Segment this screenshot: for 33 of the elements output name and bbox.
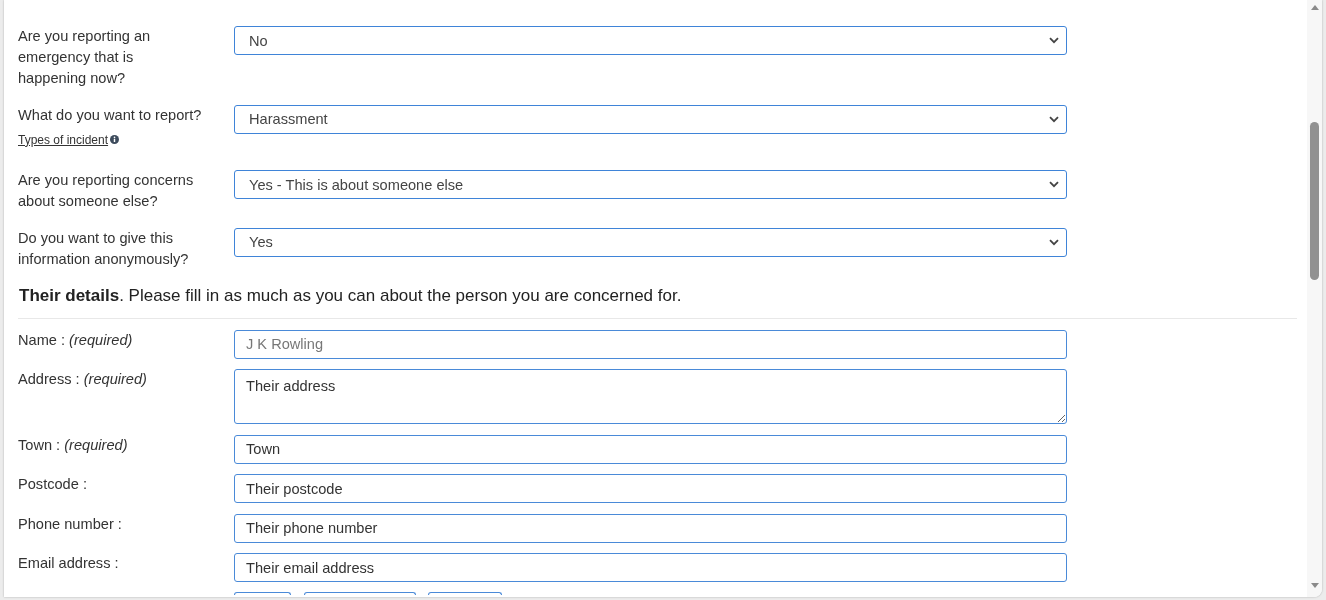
scroll-down-icon[interactable] — [1310, 583, 1319, 588]
dropdown[interactable]: No — [234, 26, 1067, 55]
text-field[interactable]: Their phone number — [234, 513, 1067, 543]
question-label: What do you want to report? — [18, 105, 203, 125]
chevron-down-icon — [1049, 115, 1059, 123]
input-field[interactable] — [428, 592, 502, 595]
scroll-up-icon[interactable] — [1310, 5, 1319, 10]
field-label: Postcode : — [18, 475, 88, 494]
text-field[interactable]: Their postcode — [234, 474, 1067, 503]
section-heading: Their details. Please fill in as much as you can about the person you are concerned for. — [18, 285, 1297, 319]
text-area[interactable]: Their address — [234, 369, 1067, 424]
dropdown[interactable]: Yes — [234, 227, 1067, 257]
input-field[interactable] — [234, 592, 291, 595]
scrollbar[interactable] — [1307, 0, 1322, 597]
text-field[interactable]: Town — [234, 434, 1067, 464]
field-label: Town : (required) — [18, 435, 129, 455]
dropdown[interactable]: Yes - This is about someone else — [234, 170, 1067, 199]
question-label: Do you want to give this information anonymously? — [18, 228, 190, 269]
field-label: Phone number : — [18, 514, 123, 534]
field-label: Name : (required) — [18, 330, 134, 350]
chevron-down-icon — [1049, 181, 1059, 188]
question-label: Are you reporting concerns about someone else? — [18, 171, 195, 211]
field-label: Address : (required) — [18, 370, 148, 389]
text-field[interactable]: Their email address — [234, 553, 1067, 582]
text-field[interactable]: J K Rowling — [234, 329, 1067, 359]
question-label: Are you reporting an emergency that is happening now? — [18, 27, 152, 88]
help-link[interactable]: Types of incident — [18, 131, 120, 148]
field-label: Email address : — [18, 554, 120, 573]
chevron-down-icon — [1049, 238, 1059, 246]
dropdown[interactable]: Harassment — [234, 104, 1067, 134]
scrollbar-thumb[interactable] — [1310, 122, 1319, 280]
chevron-down-icon — [1049, 37, 1059, 44]
info-icon — [110, 135, 120, 144]
